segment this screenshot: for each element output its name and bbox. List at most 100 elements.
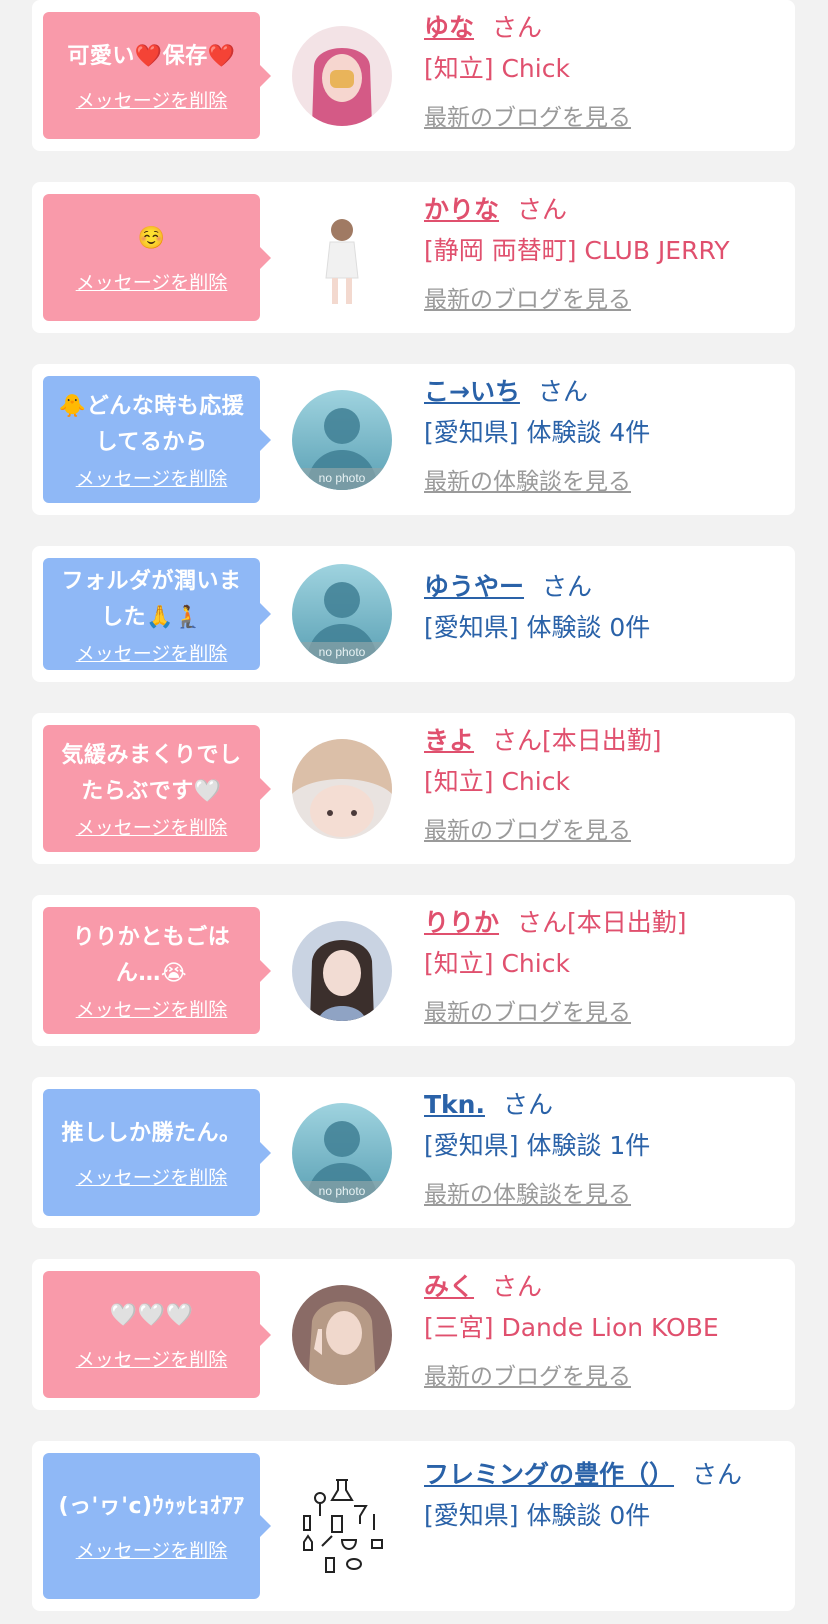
delete-message-link[interactable]: メッセージを削除 (43, 271, 260, 295)
avatar[interactable] (292, 208, 392, 308)
sender-place: [愛知県] 体験談 0件 (424, 613, 651, 642)
no-photo-avatar[interactable]: no photo (292, 564, 392, 664)
message-text-line: たらぶです🤍 (81, 779, 222, 804)
avatar[interactable] (292, 739, 392, 839)
message-card: 可愛い❤️保存❤️ メッセージを削除 ゆな さん [知立] Chick 最新のブログを見… (32, 0, 795, 151)
message-bubble: りりかともごは ん…😭 メッセージを削除 (43, 907, 271, 1034)
delete-message-link[interactable]: メッセージを削除 (43, 998, 260, 1022)
honorific: さん (537, 377, 588, 406)
sender-place: [知立] Chick (424, 54, 570, 83)
latest-post-link[interactable]: 最新のブログを見る (424, 103, 631, 133)
sender-place: [知立] Chick (424, 949, 570, 978)
sender-info: きよ さん[本日出勤] [知立] Chick 最新のブログを見る (424, 713, 785, 864)
delete-message-link[interactable]: メッセージを削除 (43, 1166, 260, 1190)
sender-name-link[interactable]: りりか (424, 908, 499, 937)
message-text: フォルダが潤いま した🙏🧎 (47, 564, 256, 636)
honorific: さん (492, 726, 543, 755)
message-bubble: 気緩みまくりでし たらぶです🤍 メッセージを削除 (43, 725, 271, 852)
sender-name-line: ゆな さん (424, 12, 542, 44)
sender-name-line: りりか さん[本日出勤] (424, 907, 687, 939)
message-bubble: フォルダが潤いま した🙏🧎 メッセージを削除 (43, 558, 271, 670)
sender-info: ゆな さん [知立] Chick 最新のブログを見る (424, 0, 785, 151)
honorific: さん (692, 1460, 743, 1489)
message-text-line: 🤍🤍🤍 (109, 1303, 194, 1328)
message-text-line: フォルダが潤いま (61, 569, 242, 594)
sender-info: かりな さん [静岡 両替町] CLUB JERRY 最新のブログを見る (424, 182, 785, 333)
sender-name-line: こ→いち さん (424, 376, 588, 408)
delete-message-link[interactable]: メッセージを削除 (43, 467, 260, 491)
sender-name-link[interactable]: きよ (424, 726, 474, 755)
sender-info: りりか さん[本日出勤] [知立] Chick 最新のブログを見る (424, 895, 785, 1046)
message-text: ☺️ (47, 221, 256, 257)
latest-post-link[interactable]: 最新のブログを見る (424, 816, 631, 846)
message-text: 可愛い❤️保存❤️ (47, 39, 256, 75)
avatar[interactable] (292, 26, 392, 126)
message-bubble: (っ'ヮ'c)ｳｩｯﾋｮｵｱｱ メッセージを削除 (43, 1453, 271, 1599)
message-text: 🐥どんな時も応援 してるから (47, 389, 256, 461)
message-text-line: 気緩みまくりでし (61, 743, 242, 768)
honorific: さん (492, 1272, 543, 1301)
sender-name-line: きよ さん[本日出勤] (424, 725, 662, 757)
message-card: (っ'ヮ'c)ｳｩｯﾋｮｵｱｱ メッセージを削除 フレミングの豊作（） さん [愛知県… (32, 1441, 795, 1611)
message-list: 可愛い❤️保存❤️ メッセージを削除 ゆな さん [知立] Chick 最新のブログを見… (0, 0, 828, 1624)
sender-place: [静岡 両替町] CLUB JERRY (424, 236, 730, 265)
message-text: 🤍🤍🤍 (47, 1298, 256, 1334)
message-text-line: 🐥どんな時も応援 (58, 394, 245, 419)
honorific: さん (502, 1090, 553, 1119)
message-text: りりかともごは ん…😭 (47, 920, 256, 992)
message-text-line: した🙏🧎 (101, 605, 202, 630)
message-text-line: (っ'ヮ'c)ｳｩｯﾋｮｵｱｱ (58, 1494, 245, 1519)
sender-name-link[interactable]: ゆな (424, 13, 474, 42)
delete-message-link[interactable]: メッセージを削除 (43, 816, 260, 840)
message-text: (っ'ヮ'c)ｳｩｯﾋｮｵｱｱ (47, 1489, 256, 1525)
sender-name-link[interactable]: Tkn. (424, 1090, 485, 1119)
latest-post-link[interactable]: 最新の体験談を見る (424, 1180, 631, 1210)
honorific: さん (517, 195, 568, 224)
sender-place: [愛知県] 体験談 1件 (424, 1131, 651, 1160)
delete-message-link[interactable]: メッセージを削除 (43, 1539, 260, 1563)
message-bubble: 推ししか勝たん。メッセージを削除 (43, 1089, 271, 1216)
sender-name-line: みく さん (424, 1271, 542, 1303)
sender-place: [愛知県] 体験談 4件 (424, 418, 651, 447)
message-card: ☺️ メッセージを削除 かりな さん [静岡 両替町] CLUB JERRY 最新のブロ… (32, 182, 795, 333)
latest-post-link[interactable]: 最新の体験談を見る (424, 467, 631, 497)
delete-message-link[interactable]: メッセージを削除 (43, 1348, 260, 1372)
latest-post-link[interactable]: 最新のブログを見る (424, 285, 631, 315)
message-bubble: 🐥どんな時も応援 してるからメッセージを削除 (43, 376, 271, 503)
sender-info: フレミングの豊作（） さん [愛知県] 体験談 0件 (424, 1441, 785, 1611)
message-text-line: りりかともごは (72, 925, 231, 950)
avatar[interactable] (292, 921, 392, 1021)
latest-post-link[interactable]: 最新のブログを見る (424, 998, 631, 1028)
message-text-line: ん…😭 (115, 961, 188, 986)
honorific: さん (517, 908, 568, 937)
sender-name-link[interactable]: フレミングの豊作（） (424, 1460, 674, 1489)
no-photo-avatar[interactable]: no photo (292, 390, 392, 490)
delete-message-link[interactable]: メッセージを削除 (43, 89, 260, 113)
delete-message-link[interactable]: メッセージを削除 (43, 642, 260, 666)
sender-place: [三宮] Dande Lion KOBE (424, 1313, 719, 1342)
message-text: 気緩みまくりでし たらぶです🤍 (47, 738, 256, 810)
sender-info: Tkn. さん [愛知県] 体験談 1件 最新の体験談を見る (424, 1077, 785, 1228)
sender-name-line: フレミングの豊作（） さん (424, 1459, 742, 1491)
message-text: 推ししか勝たん。 (47, 1116, 256, 1152)
status-badge: [本日出勤] (567, 908, 687, 937)
svg-text:no photo: no photo (319, 1184, 366, 1198)
message-bubble: 🤍🤍🤍 メッセージを削除 (43, 1271, 271, 1398)
sender-name-line: かりな さん (424, 194, 567, 226)
message-text-line: 可愛い❤️保存❤️ (67, 44, 236, 69)
sender-name-link[interactable]: こ→いち (424, 377, 520, 406)
message-card: 推ししか勝たん。メッセージを削除 no photo Tkn. さん [愛知県] 体験談… (32, 1077, 795, 1228)
avatar[interactable] (292, 1285, 392, 1385)
sender-name-link[interactable]: みく (424, 1272, 474, 1301)
message-card: 🤍🤍🤍 メッセージを削除 みく さん [三宮] Dande Lion KOBE 最新のブ… (32, 1259, 795, 1410)
latest-post-link[interactable]: 最新のブログを見る (424, 1362, 631, 1392)
sender-info: みく さん [三宮] Dande Lion KOBE 最新のブログを見る (424, 1259, 785, 1410)
sender-name-link[interactable]: ゆうやー (424, 572, 524, 601)
sender-place: [知立] Chick (424, 767, 570, 796)
message-card: フォルダが潤いま した🙏🧎 メッセージを削除 no photo ゆうやー さん [愛知県]… (32, 546, 795, 682)
message-card: 🐥どんな時も応援 してるからメッセージを削除 no photo こ→いち さん [愛知県… (32, 364, 795, 515)
sender-name-link[interactable]: かりな (424, 195, 499, 224)
avatar[interactable] (292, 1476, 392, 1576)
message-card: 気緩みまくりでし たらぶです🤍 メッセージを削除 きよ さん[本日出勤] [知立] Ch… (32, 713, 795, 864)
no-photo-avatar[interactable]: no photo (292, 1103, 392, 1203)
